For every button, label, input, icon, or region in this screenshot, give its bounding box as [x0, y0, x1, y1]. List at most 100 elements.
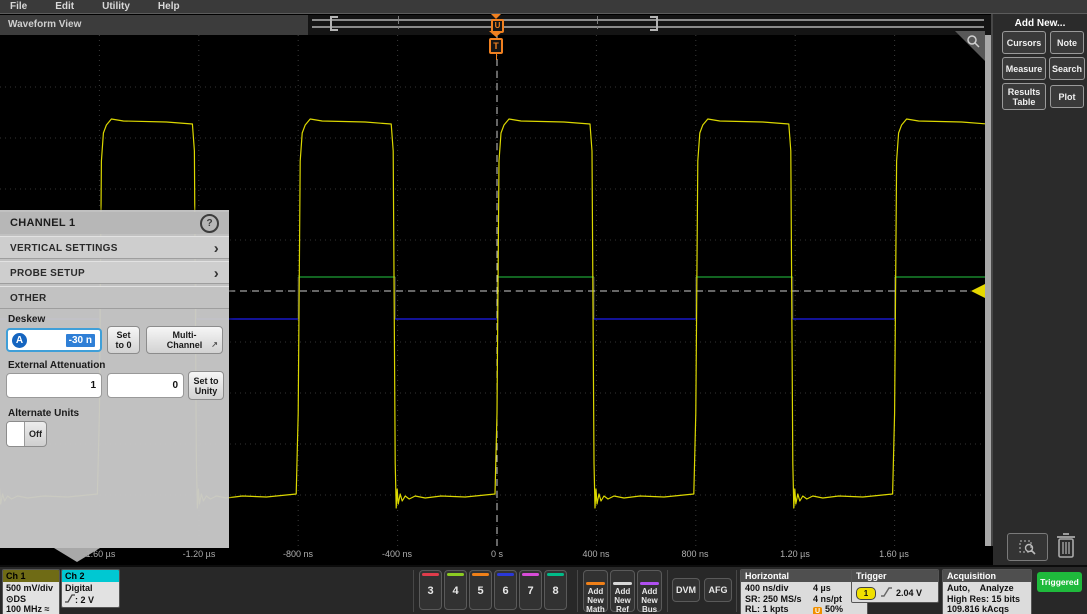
trigger-level-arrow[interactable] — [971, 284, 985, 298]
menu-file[interactable]: File — [10, 1, 27, 12]
record-view-bar[interactable] — [312, 19, 984, 28]
section-other[interactable]: OTHER — [0, 286, 229, 309]
divider — [736, 570, 737, 612]
axis-tick: 1.20 µs — [780, 549, 810, 559]
add-new-title: Add New... — [993, 18, 1087, 29]
plot-button[interactable]: Plot — [1050, 85, 1084, 108]
ch1-bandwidth: 100 MHz ≈ — [6, 604, 56, 614]
cursors-button[interactable]: Cursors — [1002, 31, 1046, 54]
divider — [577, 570, 578, 612]
menu-utility[interactable]: Utility — [102, 1, 130, 12]
ch1-header: Ch 1 — [3, 570, 59, 582]
axis-tick: -1.20 µs — [183, 549, 216, 559]
search-button[interactable]: Search — [1049, 57, 1085, 80]
divider — [413, 570, 414, 612]
trigger-title: Trigger — [852, 570, 938, 582]
axis-tick: -400 ns — [382, 549, 412, 559]
menu-help[interactable]: Help — [158, 1, 180, 12]
section-label: PROBE SETUP — [10, 268, 85, 279]
box-zoom-icon — [1019, 539, 1037, 555]
ch1-coupling: ⊙DS — [6, 594, 56, 605]
add-new-panel: Add New... Cursors Note Measure Search R… — [993, 14, 1087, 565]
trigger-panel[interactable]: Trigger 1 2.04 V — [851, 569, 939, 603]
results-table-button[interactable]: Results Table — [1002, 83, 1046, 110]
axis-tick: 800 ns — [681, 549, 708, 559]
ch2-threshold: : 2 V — [65, 594, 116, 606]
axis-tick: 0 s — [491, 549, 503, 559]
channel1-dialog: CHANNEL 1 ? VERTICAL SETTINGS › PROBE SE… — [0, 210, 229, 548]
waveform-view-tab[interactable]: Waveform View — [0, 15, 308, 35]
expand-arrow-icon: ↗ — [211, 340, 218, 350]
acq-mode: Auto, Analyze — [947, 583, 1027, 594]
acquisition-panel[interactable]: Acquisition Auto, Analyze High Res: 15 b… — [942, 569, 1032, 614]
triggered-status-badge: Triggered — [1037, 572, 1082, 592]
add-new-math-button[interactable]: Add New Math — [583, 570, 608, 612]
horizontal-panel[interactable]: Horizontal 400 ns/div4 µs SR: 250 MS/s4 … — [740, 569, 868, 614]
alternate-units-label: Alternate Units — [8, 408, 79, 419]
ch1-badge[interactable]: Ch 1 500 mV/div ⊙DS 100 MHz ≈ — [2, 569, 60, 614]
trigger-level-value: 2.04 V — [896, 588, 922, 598]
channel-5-button[interactable]: 5 — [469, 570, 492, 610]
channel-3-button[interactable]: 3 — [419, 570, 442, 610]
menubar: File Edit Utility Help — [0, 0, 1087, 14]
channel-6-button[interactable]: 6 — [494, 570, 517, 610]
rising-edge-icon — [880, 586, 893, 598]
dvm-button[interactable]: DVM — [672, 578, 700, 602]
channel-7-button[interactable]: 7 — [519, 570, 542, 610]
add-new-bus-button[interactable]: Add New Bus — [637, 570, 662, 612]
ch2-badge[interactable]: Ch 2 Digital : 2 V — [61, 569, 120, 608]
zoom-mode-button[interactable] — [1007, 533, 1048, 561]
multi-channel-button[interactable]: Multi- Channel ↗ — [146, 326, 223, 354]
horizontal-title: Horizontal — [741, 570, 867, 582]
deskew-label: Deskew — [8, 314, 45, 325]
zoom-window-right-bracket[interactable] — [650, 16, 658, 31]
ch2-mode: Digital — [65, 583, 116, 594]
dialog-title: CHANNEL 1 — [0, 212, 229, 234]
measure-button[interactable]: Measure — [1002, 57, 1046, 80]
dialog-pointer — [54, 548, 100, 562]
multipurpose-a-icon: A — [12, 333, 27, 348]
record-division-mark — [597, 16, 598, 29]
bandwidth-icon: ≈ — [45, 604, 50, 614]
waveform-view-title: Waveform View — [8, 19, 81, 30]
multi-channel-label: Multi- Channel — [167, 330, 203, 350]
note-button[interactable]: Note — [1050, 31, 1084, 54]
ch1-scale: 500 mV/div — [6, 583, 56, 594]
afg-button[interactable]: AFG — [704, 578, 732, 602]
slope-icon — [65, 594, 75, 603]
status-bar: Ch 1 500 mV/div ⊙DS 100 MHz ≈ Ch 2 Digit… — [0, 565, 1087, 614]
ch2-header: Ch 2 — [62, 570, 119, 582]
horizontal-position-icon: U — [813, 607, 822, 614]
trigger-flag-pole — [496, 54, 497, 60]
zoom-window-left-bracket[interactable] — [330, 16, 338, 31]
menu-edit[interactable]: Edit — [55, 1, 74, 12]
trigger-flag-label: T — [489, 38, 503, 54]
add-new-ref-button[interactable]: Add New Ref — [610, 570, 635, 612]
attenuation-value-2: 0 — [172, 380, 178, 391]
record-division-mark — [398, 16, 399, 29]
trash-icon[interactable] — [1055, 531, 1077, 559]
axis-tick: 1.60 µs — [879, 549, 909, 559]
section-probe-setup[interactable]: PROBE SETUP › — [0, 261, 229, 284]
alternate-units-toggle[interactable]: Off — [6, 421, 47, 447]
section-label: VERTICAL SETTINGS — [10, 243, 118, 254]
attenuation-input-2[interactable]: 0 — [107, 373, 184, 398]
magnifier-icon — [966, 34, 980, 48]
time-axis: -1.60 µs -1.20 µs -800 ns -400 ns 0 s 40… — [0, 546, 993, 565]
chevron-right-icon: › — [214, 262, 219, 285]
deskew-input[interactable]: A -30 n — [6, 328, 102, 352]
trigger-position-flag[interactable]: T — [489, 31, 503, 60]
trigger-source-badge: 1 — [856, 587, 876, 600]
set-to-zero-button[interactable]: Set to 0 — [107, 326, 140, 354]
channel-4-button[interactable]: 4 — [444, 570, 467, 610]
channel-8-button[interactable]: 8 — [544, 570, 567, 610]
attenuation-input-1[interactable]: 1 — [6, 373, 102, 398]
acq-resolution: High Res: 15 bits — [947, 594, 1027, 605]
divider — [667, 570, 668, 612]
axis-tick: 400 ns — [582, 549, 609, 559]
section-vertical-settings[interactable]: VERTICAL SETTINGS › — [0, 236, 229, 259]
help-icon[interactable]: ? — [200, 214, 219, 233]
toggle-knob — [7, 422, 25, 446]
probe-icon: ⊙ — [6, 594, 14, 604]
set-to-unity-button[interactable]: Set to Unity — [188, 371, 224, 400]
